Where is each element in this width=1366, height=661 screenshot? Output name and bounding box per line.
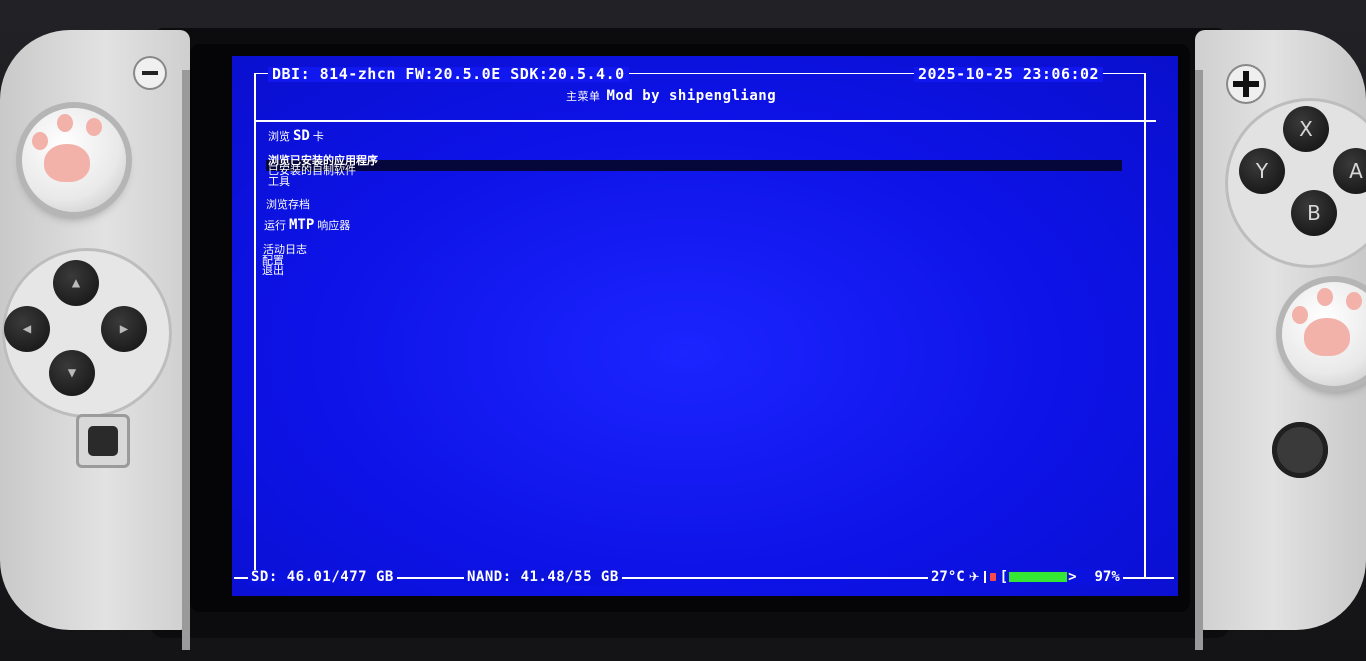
separator <box>983 571 986 583</box>
dpad: ▲ ◀ ▶ ▼ <box>2 248 172 418</box>
menu-item-suffix: 卡 <box>312 130 324 143</box>
right-button[interactable]: ▶ <box>101 306 147 352</box>
temperature: 27°C <box>931 569 965 585</box>
battery-fill <box>1009 572 1068 582</box>
selection-highlight <box>266 160 1122 171</box>
left-button[interactable]: ◀ <box>4 306 50 352</box>
menu-item-suffix: 响应器 <box>317 219 351 232</box>
home-button[interactable] <box>1272 422 1328 478</box>
paw-icon <box>22 108 126 212</box>
down-button[interactable]: ▼ <box>49 350 95 396</box>
menu-name: 主菜单 <box>566 90 601 103</box>
photo-scene: ▲ ◀ ▶ ▼ X Y A B DBI: 814-zhcn FW:20.5.0E… <box>0 0 1366 661</box>
lock-icon <box>989 573 996 581</box>
menu-item-prefix: 运行 <box>264 219 286 232</box>
b-button[interactable]: B <box>1291 190 1337 236</box>
right-thumbstick[interactable] <box>1282 282 1366 386</box>
frame-left <box>254 73 256 577</box>
left-rail <box>182 70 190 650</box>
battery-percent: 97% <box>1094 569 1120 585</box>
left-thumbstick[interactable] <box>22 108 126 212</box>
battery-icon: [> <box>999 569 1077 585</box>
plus-button[interactable] <box>1226 64 1266 104</box>
menu-item-mtp[interactable]: 运行 MTP 响应器 <box>264 217 350 233</box>
menu-title: 主菜单 Mod by shipengliang <box>566 88 776 104</box>
menu-item-bold: SD <box>293 128 310 144</box>
dbi-screen: DBI: 814-zhcn FW:20.5.0E SDK:20.5.4.0 20… <box>232 56 1178 596</box>
paw-icon <box>1282 282 1366 386</box>
menu-item-prefix: 浏览 <box>268 130 290 143</box>
menu-item-browse-sd[interactable]: 浏览 SD 卡 <box>268 128 324 144</box>
minus-button[interactable] <box>133 56 167 90</box>
up-button[interactable]: ▲ <box>53 260 99 306</box>
nand-usage: NAND: 41.48/55 GB <box>464 570 622 585</box>
mod-credit: Mod by shipengliang <box>606 88 777 104</box>
x-button[interactable]: X <box>1283 106 1329 152</box>
sd-usage: SD: 46.01/477 GB <box>248 570 397 585</box>
status-bar: 27°C ✈ [> 97% <box>928 569 1123 585</box>
right-rail <box>1195 70 1203 650</box>
frame-right <box>1144 73 1146 577</box>
airplane-icon: ✈ <box>968 569 980 585</box>
menu-item-bold: MTP <box>289 217 315 233</box>
app-info: DBI: 814-zhcn FW:20.5.0E SDK:20.5.4.0 <box>268 67 629 82</box>
datetime: 2025-10-25 23:06:02 <box>914 67 1104 82</box>
header-rule <box>254 120 1156 122</box>
menu-item-exit[interactable]: 退出 <box>262 262 284 278</box>
menu-item-tools[interactable]: 工具 <box>268 173 290 189</box>
a-button[interactable]: A <box>1333 148 1366 194</box>
capture-button[interactable] <box>76 414 130 468</box>
y-button[interactable]: Y <box>1239 148 1285 194</box>
menu-item-saves[interactable]: 浏览存档 <box>266 196 310 212</box>
